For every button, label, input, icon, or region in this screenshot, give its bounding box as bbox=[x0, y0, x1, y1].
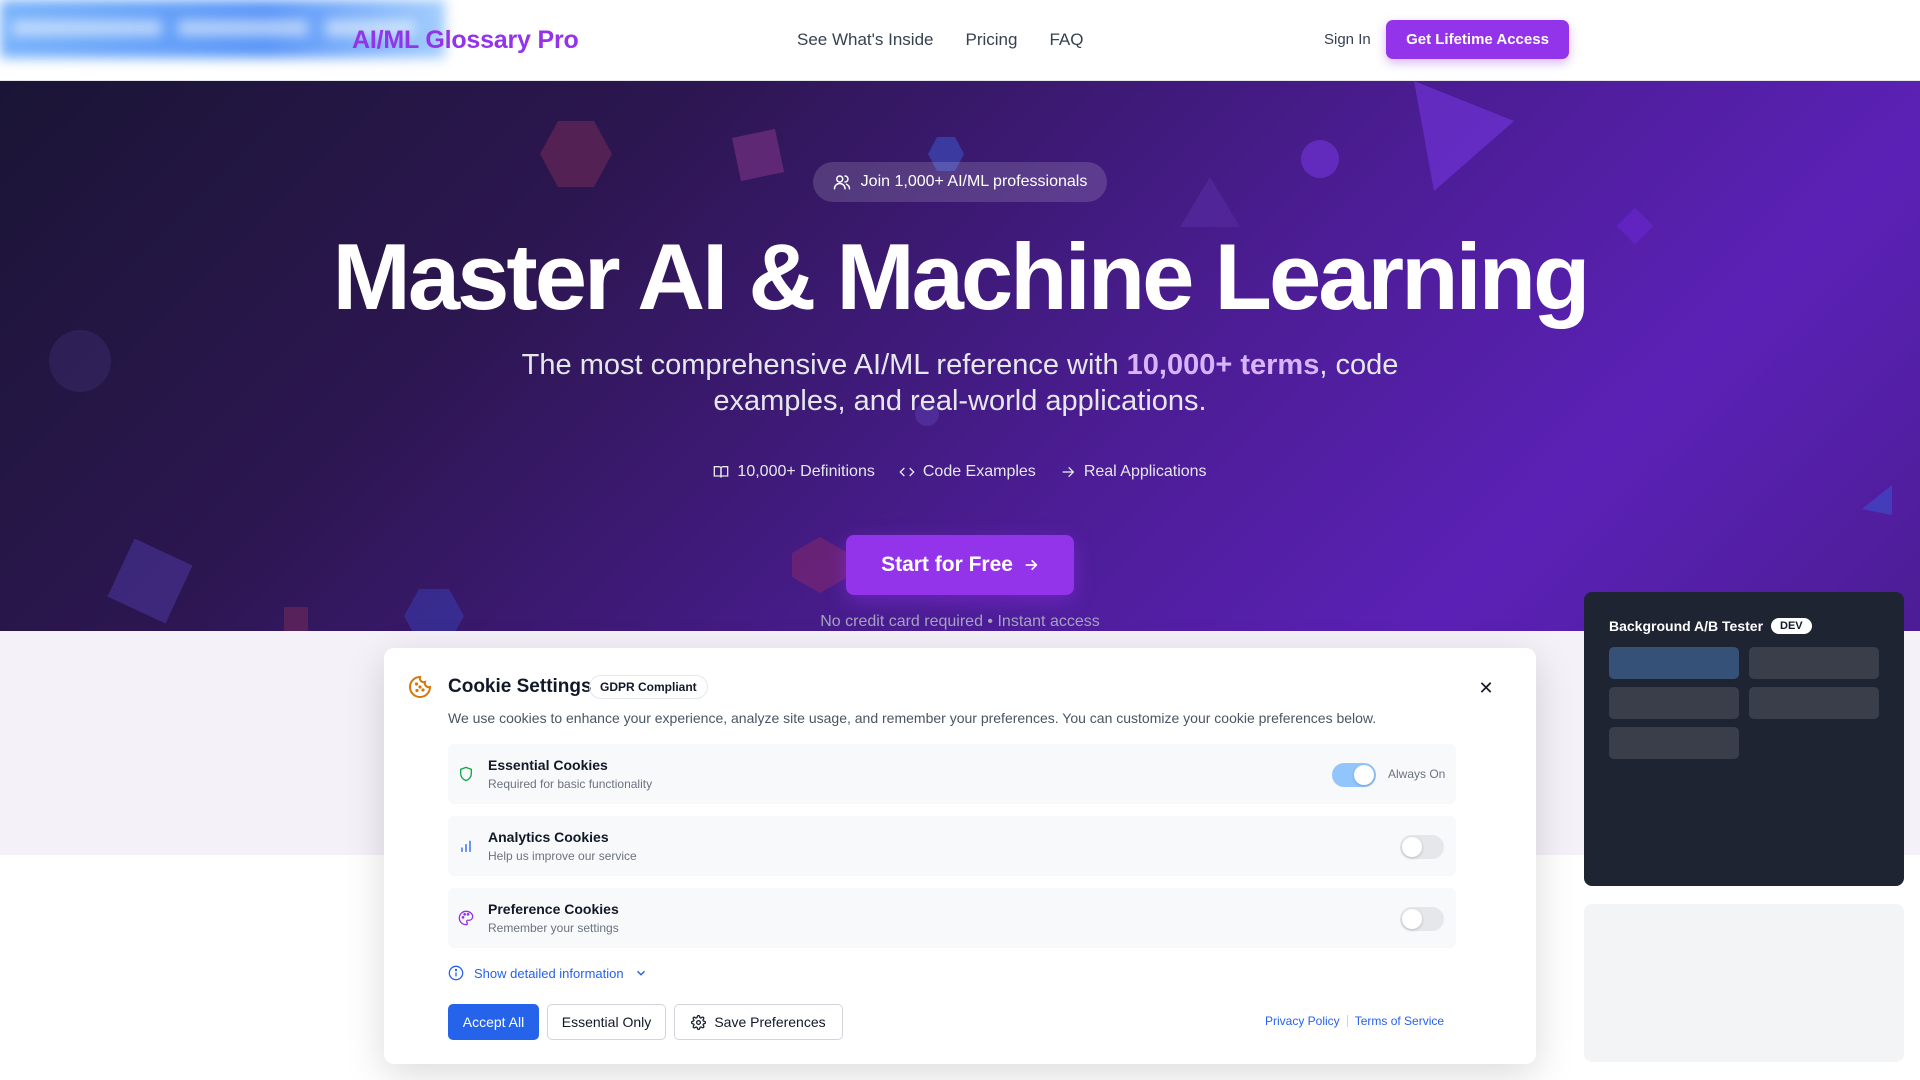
hero-section: Join 1,000+ AI/ML professionals Master A… bbox=[0, 81, 1920, 631]
get-lifetime-access-button[interactable]: Get Lifetime Access bbox=[1386, 20, 1569, 59]
cookie-icon bbox=[409, 675, 432, 698]
gdpr-badge: GDPR Compliant bbox=[589, 675, 708, 699]
always-on-label: Always On bbox=[1388, 767, 1446, 781]
info-icon bbox=[448, 965, 464, 981]
ab-tester-panel: Background A/B Tester DEV bbox=[1584, 592, 1904, 886]
feature-definitions: 10,000+ Definitions bbox=[713, 463, 875, 481]
show-details-label: Show detailed information bbox=[474, 965, 624, 981]
preference-toggle[interactable] bbox=[1400, 907, 1444, 931]
feature-real-applications: Real Applications bbox=[1060, 463, 1207, 481]
cookie-row-preference: Preference Cookies Remember your setting… bbox=[448, 888, 1456, 948]
ghost-card bbox=[1584, 904, 1904, 1062]
top-header: AI/ML Glossary Pro See What's Inside Pri… bbox=[0, 0, 1920, 81]
cookie-description: We use cookies to enhance your experienc… bbox=[448, 710, 1377, 726]
decorative-triangle-blue bbox=[1862, 485, 1892, 515]
toggle-knob bbox=[1354, 765, 1374, 785]
cookie-row-desc: Help us improve our service bbox=[488, 849, 637, 863]
chevron-down-icon bbox=[636, 970, 645, 976]
arrow-right-icon bbox=[1062, 466, 1075, 478]
decorative-triangle-small bbox=[1180, 177, 1240, 227]
feature-real-applications-label: Real Applications bbox=[1083, 463, 1207, 480]
hero-subtitle: The most comprehensive AI/ML reference w… bbox=[500, 347, 1420, 419]
cookie-footer-links: Privacy Policy Terms of Service bbox=[1265, 1014, 1444, 1028]
accept-all-button[interactable]: Accept All bbox=[448, 1004, 539, 1040]
nav-see-whats-inside[interactable]: See What's Inside bbox=[797, 30, 933, 50]
show-details-link[interactable]: Show detailed information bbox=[448, 965, 648, 981]
start-for-free-button[interactable]: Start for Free bbox=[846, 535, 1074, 595]
save-preferences-label: Save Preferences bbox=[714, 1014, 826, 1030]
ab-option[interactable] bbox=[1609, 687, 1739, 719]
toggle-knob bbox=[1402, 909, 1422, 929]
book-icon bbox=[714, 466, 729, 478]
start-for-free-label: Start for Free bbox=[881, 553, 1013, 576]
sign-in-link[interactable]: Sign In bbox=[1324, 31, 1371, 48]
arrow-right-icon bbox=[1025, 559, 1038, 571]
decorative-square bbox=[731, 128, 785, 182]
palette-icon bbox=[458, 910, 474, 926]
feature-list: 10,000+ Definitions Code Examples Real A… bbox=[0, 463, 1920, 481]
ab-tester-header: Background A/B Tester DEV bbox=[1609, 618, 1812, 634]
cookie-settings-dialog: Cookie Settings GDPR Compliant ✕ We use … bbox=[384, 648, 1536, 1064]
ab-option[interactable] bbox=[1609, 647, 1739, 679]
shield-icon bbox=[460, 766, 472, 782]
cookie-row-desc: Required for basic functionality bbox=[488, 777, 653, 791]
essential-toggle bbox=[1332, 763, 1376, 787]
cookie-row-analytics: Analytics Cookies Help us improve our se… bbox=[448, 816, 1456, 876]
site-logo[interactable]: AI/ML Glossary Pro bbox=[352, 26, 579, 55]
feature-code-examples: Code Examples bbox=[899, 463, 1036, 481]
analytics-toggle[interactable] bbox=[1400, 835, 1444, 859]
dev-badge: DEV bbox=[1771, 618, 1812, 634]
decorative-circle bbox=[1301, 140, 1339, 178]
join-badge: Join 1,000+ AI/ML professionals bbox=[813, 162, 1107, 202]
main-nav: See What's Inside Pricing FAQ bbox=[797, 30, 1083, 50]
cookie-row-name: Preference Cookies bbox=[488, 901, 619, 917]
cookie-row-name: Essential Cookies bbox=[488, 757, 608, 773]
cookie-row-essential: Essential Cookies Required for basic fun… bbox=[448, 744, 1456, 804]
decorative-circle-large bbox=[49, 330, 111, 392]
join-badge-text: Join 1,000+ AI/ML professionals bbox=[860, 173, 1088, 190]
toggle-knob bbox=[1402, 837, 1422, 857]
nav-pricing[interactable]: Pricing bbox=[965, 30, 1017, 50]
link-divider bbox=[1346, 1015, 1348, 1027]
feature-definitions-label: 10,000+ Definitions bbox=[737, 463, 875, 480]
cookie-title: Cookie Settings bbox=[448, 676, 592, 697]
hero-subtitle-before: The most comprehensive AI/ML reference w… bbox=[521, 349, 1127, 381]
nav-faq[interactable]: FAQ bbox=[1049, 30, 1083, 50]
cookie-row-desc: Remember your settings bbox=[488, 921, 619, 935]
bar-chart-icon bbox=[461, 840, 471, 852]
privacy-policy-link[interactable]: Privacy Policy bbox=[1265, 1014, 1340, 1028]
decorative-triangle bbox=[1414, 81, 1514, 191]
cookie-row-name: Analytics Cookies bbox=[488, 829, 609, 845]
decorative-hexagon-pink bbox=[792, 537, 848, 593]
ab-tester-title: Background A/B Tester bbox=[1609, 618, 1764, 634]
save-preferences-button[interactable]: Save Preferences bbox=[674, 1004, 843, 1040]
hero-subtitle-highlight: 10,000+ terms bbox=[1126, 349, 1320, 381]
terms-of-service-link[interactable]: Terms of Service bbox=[1355, 1014, 1444, 1028]
gear-icon bbox=[691, 1014, 707, 1030]
hero-title: Master AI & Machine Learning bbox=[332, 224, 1591, 329]
essential-only-button[interactable]: Essential Only bbox=[547, 1004, 666, 1040]
code-icon bbox=[899, 467, 915, 477]
ab-option[interactable] bbox=[1749, 687, 1879, 719]
ab-option[interactable] bbox=[1609, 727, 1739, 759]
close-icon[interactable]: ✕ bbox=[1476, 678, 1496, 698]
feature-code-examples-label: Code Examples bbox=[922, 463, 1036, 480]
decorative-hexagon bbox=[540, 121, 612, 187]
users-icon bbox=[833, 175, 850, 190]
ab-option[interactable] bbox=[1749, 647, 1879, 679]
